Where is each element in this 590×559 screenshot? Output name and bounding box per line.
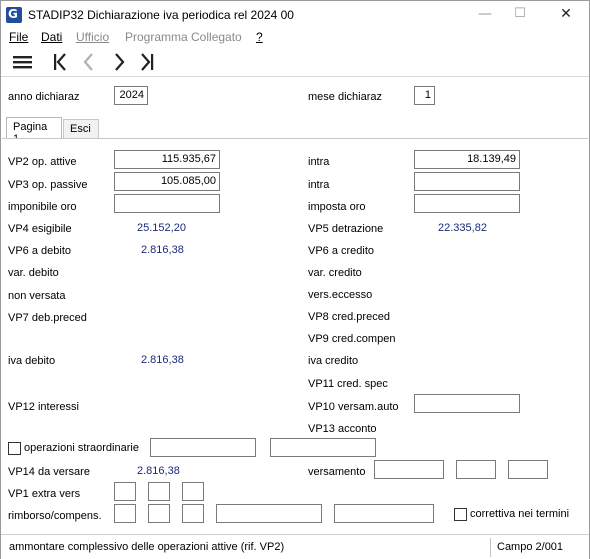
mese-dichiaraz-label: mese dichiaraz [308,91,382,103]
iva-debito-value: 2.816,38 [141,354,184,366]
vp12-label: VP12 interessi [8,401,79,413]
imposta-oro-label: imposta oro [308,201,366,213]
vp13-label: VP13 acconto [308,423,377,435]
last-record-icon[interactable] [135,51,159,73]
iva-debito-label: iva debito [8,355,56,367]
vp8-label: VP8 cred.preced [308,311,390,323]
imponibile-oro-label: imponibile oro [8,201,77,213]
rimborso-field-4[interactable] [216,504,322,523]
imposta-oro-field[interactable] [414,194,520,213]
vp10-field[interactable] [414,394,520,413]
correttiva-checkbox[interactable] [454,508,467,521]
vp1-field-2[interactable] [148,482,170,501]
rimborso-field-1[interactable] [114,504,136,523]
status-message: ammontare complessivo delle operazioni a… [9,541,285,553]
minimize-button[interactable]: — [475,5,495,23]
vp6-debito-value: 2.816,38 [141,244,184,256]
correttiva-label: correttiva nei termini [470,508,570,520]
rimborso-label: rimborso/compens. [8,510,102,522]
app-icon-letter: G [8,7,18,21]
close-button[interactable]: ✕ [556,5,576,23]
mese-dichiaraz-field[interactable]: 1 [414,86,435,105]
menu-file-label: File [9,30,29,44]
menu-ufficio-label: Ufficio [76,30,110,44]
vp3-label: VP3 op. passive [8,179,88,191]
versamento-field-1[interactable] [374,460,444,479]
versamento-field-3[interactable] [508,460,548,479]
vp14-value: 2.816,38 [137,465,180,477]
rimborso-field-5[interactable] [334,504,434,523]
menu-programma-collegato-label: Programma Collegato [125,30,242,44]
menu-bar: File Dati Ufficio Programma Collegato ? [1,28,589,47]
previous-record-icon[interactable] [77,51,101,73]
anno-dichiaraz-label: anno dichiaraz [8,91,80,103]
operazioni-straordinarie-label: operazioni straordinarie [24,442,139,454]
menu-programma-collegato[interactable]: Programma Collegato [125,30,242,44]
vp1-field-3[interactable] [182,482,204,501]
intra-2-field[interactable] [414,172,520,191]
vp14-label: VP14 da versare [8,466,90,478]
intra-1-label: intra [308,156,330,168]
toolbar [1,47,589,77]
tab-esci[interactable]: Esci [63,119,99,139]
vp4-value: 25.152,20 [137,222,186,234]
intra-2-label: intra [308,179,330,191]
rimborso-field-3[interactable] [182,504,204,523]
vp6-credito-label: VP6 a credito [308,245,375,257]
vp9-label: VP9 cred.compen [308,333,396,345]
operazioni-straordinarie-checkbox[interactable] [8,442,21,455]
menu-dati[interactable]: Dati [41,30,62,44]
vp2-field[interactable]: 115.935,67 [114,150,220,169]
menu-icon[interactable] [11,51,35,73]
vp5-value: 22.335,82 [438,222,487,234]
intra-1-field[interactable]: 18.139,49 [414,150,520,169]
status-separator [490,538,491,557]
imponibile-oro-field[interactable] [114,194,220,213]
vp5-label: VP5 detrazione [308,223,384,235]
menu-help-label: ? [256,30,263,44]
window-title: STADIP32 Dichiarazione iva periodica rel… [28,8,294,22]
versamento-field-2[interactable] [456,460,496,479]
vp3-field[interactable]: 105.085,00 [114,172,220,191]
vp11-label: VP11 cred. spec [308,378,388,390]
var-debito-label: var. debito [8,267,59,279]
status-field-indicator: Campo 2/001 [497,541,564,553]
var-credito-label: var. credito [308,267,362,279]
app-icon: G [6,7,22,23]
operazioni-straordinarie-field-2[interactable] [270,438,376,457]
operazioni-straordinarie-field-1[interactable] [150,438,256,457]
anno-dichiaraz-field[interactable]: 2024 [114,86,148,105]
tab-pagina-1[interactable]: Pagina 1 [6,117,62,145]
vp6-debito-label: VP6 a debito [8,245,71,257]
vp1-label: VP1 extra vers [8,488,81,500]
menu-dati-label: Dati [41,30,63,44]
iva-credito-label: iva credito [308,355,359,367]
vp1-field-1[interactable] [114,482,136,501]
vp2-label: VP2 op. attive [8,156,77,168]
tab-esci-label: Esci [70,123,91,135]
vers-eccesso-label: vers.eccesso [308,289,373,301]
versamento-label: versamento [308,466,366,478]
status-bar: ammontare complessivo delle operazioni a… [1,534,589,559]
menu-ufficio[interactable]: Ufficio [76,30,109,44]
rimborso-field-2[interactable] [148,504,170,523]
vp10-label: VP10 versam.auto [308,401,399,413]
vp7-label: VP7 deb.preced [8,312,87,324]
maximize-button[interactable]: ☐ [510,5,530,23]
main-window: G STADIP32 Dichiarazione iva periodica r… [0,0,590,559]
menu-file[interactable]: File [9,30,28,44]
next-record-icon[interactable] [107,51,131,73]
title-bar: G STADIP32 Dichiarazione iva periodica r… [1,1,589,29]
menu-help[interactable]: ? [256,30,263,44]
non-versata-label: non versata [8,290,66,302]
vp4-label: VP4 esigibile [8,223,72,235]
first-record-icon[interactable] [49,51,73,73]
tab-strip: Pagina 1 Esci [2,117,588,145]
